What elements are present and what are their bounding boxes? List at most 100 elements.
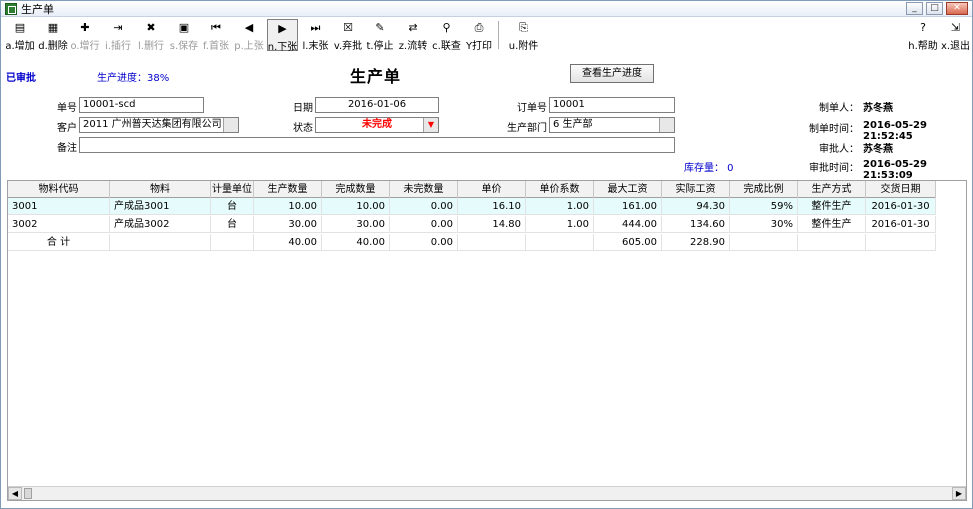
column-header[interactable]: 计量单位: [211, 181, 254, 198]
table-cell[interactable]: 整件生产: [798, 216, 866, 233]
toolbar-button-13[interactable]: ⚲ c.联查: [431, 19, 462, 52]
exit-icon: ⇲: [950, 21, 961, 34]
table-cell[interactable]: 台: [211, 198, 254, 215]
table-cell[interactable]: [110, 234, 211, 251]
table-cell[interactable]: [798, 234, 866, 251]
table-cell[interactable]: 30%: [730, 216, 798, 233]
toolbar-button-3[interactable]: ⇥ i.插行: [103, 19, 133, 52]
scroll-thumb[interactable]: [24, 488, 32, 499]
make-time-label: 制单时间：: [809, 124, 859, 135]
scroll-right-arrow-icon[interactable]: ▶: [952, 487, 966, 500]
toolbar-button-5[interactable]: ▣ s.保存: [169, 19, 199, 52]
column-header[interactable]: 交货日期: [866, 181, 936, 198]
toolbar-button-10[interactable]: ☒ v.弃批: [333, 19, 363, 52]
close-button[interactable]: ✕: [946, 2, 968, 15]
new-doc-icon: ▤: [14, 21, 26, 34]
table-cell[interactable]: 228.90: [662, 234, 730, 251]
table-cell[interactable]: [866, 234, 936, 251]
table-cell[interactable]: 30.00: [254, 216, 322, 233]
status-select[interactable]: 未完成 ▼: [315, 117, 439, 133]
table-cell[interactable]: 3002: [8, 216, 110, 233]
table-cell[interactable]: [730, 234, 798, 251]
column-header[interactable]: 单价: [458, 181, 526, 198]
table-cell[interactable]: 2016-01-30: [866, 198, 936, 215]
minimize-button[interactable]: _: [906, 2, 923, 15]
table-cell[interactable]: 台: [211, 216, 254, 233]
column-header[interactable]: 最大工资: [594, 181, 662, 198]
toolbar-button-7[interactable]: ◀ p.上张: [233, 19, 265, 52]
table-cell[interactable]: 14.80: [458, 216, 526, 233]
table-cell[interactable]: [211, 234, 254, 251]
column-header[interactable]: 物料: [110, 181, 211, 198]
table-row[interactable]: 3001 产成品3001 台 10.00 10.00 0.00 16.10 1.00 161.0…: [8, 198, 936, 215]
table-cell[interactable]: 40.00: [322, 234, 390, 251]
table-cell[interactable]: 16.10: [458, 198, 526, 215]
table-cell[interactable]: 40.00: [254, 234, 322, 251]
table-cell[interactable]: 94.30: [662, 198, 730, 215]
table-cell[interactable]: 0.00: [390, 234, 458, 251]
toolbar-button-11[interactable]: ✎ t.停止: [365, 19, 395, 52]
customer-lookup-button[interactable]: [223, 118, 238, 132]
toolbar-button-label: a.增加: [5, 41, 35, 52]
table-cell[interactable]: 产成品3001: [110, 198, 211, 215]
restore-button[interactable]: □: [926, 2, 943, 15]
table-cell[interactable]: 产成品3002: [110, 216, 211, 233]
date-field[interactable]: 2016-01-06: [315, 97, 439, 113]
column-header[interactable]: 完成数量: [322, 181, 390, 198]
toolbar-button-14[interactable]: ⎙ Y打印: [464, 19, 494, 52]
table-cell[interactable]: 整件生产: [798, 198, 866, 215]
column-header[interactable]: 未完数量: [390, 181, 458, 198]
column-header[interactable]: 生产方式: [798, 181, 866, 198]
scroll-left-arrow-icon[interactable]: ◀: [8, 487, 22, 500]
table-cell[interactable]: 3001: [8, 198, 110, 215]
table-cell[interactable]: 2016-01-30: [866, 216, 936, 233]
remark-field[interactable]: [79, 137, 675, 153]
horizontal-scrollbar[interactable]: ◀ ▶: [8, 486, 966, 500]
production-items-grid[interactable]: 物料代码 物料 计量单位 生产数量 完成数量 未完数量 单价 单价系数 最大工资 实际工资 完成比例…: [7, 180, 967, 501]
table-cell[interactable]: 0.00: [390, 216, 458, 233]
toolbar-button-2[interactable]: ✚ o.增行: [69, 19, 101, 52]
toolbar-button-4[interactable]: ✖ l.删行: [135, 19, 167, 52]
table-cell[interactable]: 30.00: [322, 216, 390, 233]
column-header[interactable]: 生产数量: [254, 181, 322, 198]
table-cell[interactable]: 1.00: [526, 198, 594, 215]
table-cell[interactable]: 合 计: [8, 234, 110, 251]
toolbar-button-15[interactable]: ⎘ u.附件: [507, 19, 540, 52]
toolbar-button-6[interactable]: ⏮ f.首张: [201, 19, 231, 52]
table-cell[interactable]: 10.00: [322, 198, 390, 215]
customer-field[interactable]: 2011 广州普天达集团有限公司: [79, 117, 239, 133]
toolbar-button-0[interactable]: ▤ a.增加: [3, 19, 37, 52]
table-cell[interactable]: 134.60: [662, 216, 730, 233]
view-progress-button[interactable]: 查看生产进度: [570, 64, 654, 83]
chevron-down-icon[interactable]: ▼: [423, 118, 438, 132]
table-cell[interactable]: 59%: [730, 198, 798, 215]
table-cell[interactable]: 1.00: [526, 216, 594, 233]
column-header[interactable]: 完成比例: [730, 181, 798, 198]
customer-label: 客户: [57, 123, 77, 134]
total-row[interactable]: 合 计 40.00 40.00 0.00 605.00 228.90: [8, 234, 936, 251]
toolbar-button-12[interactable]: ⇄ z.流转: [397, 19, 429, 52]
help-button[interactable]: ? h.帮助: [906, 19, 940, 52]
column-header[interactable]: 实际工资: [662, 181, 730, 198]
table-cell[interactable]: [526, 234, 594, 251]
dept-field[interactable]: 6 生产部: [549, 117, 675, 133]
dept-lookup-button[interactable]: [659, 118, 674, 132]
exit-button[interactable]: ⇲ x.退出: [940, 19, 971, 52]
table-cell[interactable]: 0.00: [390, 198, 458, 215]
window-controls: _ □ ✕: [906, 2, 968, 15]
column-header[interactable]: 物料代码: [8, 181, 110, 198]
table-cell[interactable]: 605.00: [594, 234, 662, 251]
toolbar-button-label: s.保存: [169, 41, 199, 52]
toolbar-button-9[interactable]: ⏭ l.末张: [300, 19, 331, 52]
po-no-field[interactable]: 10001: [549, 97, 675, 113]
column-header[interactable]: 单价系数: [526, 181, 594, 198]
table-cell[interactable]: 161.00: [594, 198, 662, 215]
first-record-icon: ⏮: [211, 21, 221, 34]
toolbar-button-8[interactable]: ▶ n.下张: [267, 19, 298, 53]
table-cell[interactable]: [458, 234, 526, 251]
table-cell[interactable]: 444.00: [594, 216, 662, 233]
toolbar-button-1[interactable]: ▦ d.删除: [37, 19, 69, 52]
table-row[interactable]: 3002 产成品3002 台 30.00 30.00 0.00 14.80 1.00 444.0…: [8, 216, 936, 233]
order-no-field[interactable]: 10001-scd: [79, 97, 204, 113]
table-cell[interactable]: 10.00: [254, 198, 322, 215]
